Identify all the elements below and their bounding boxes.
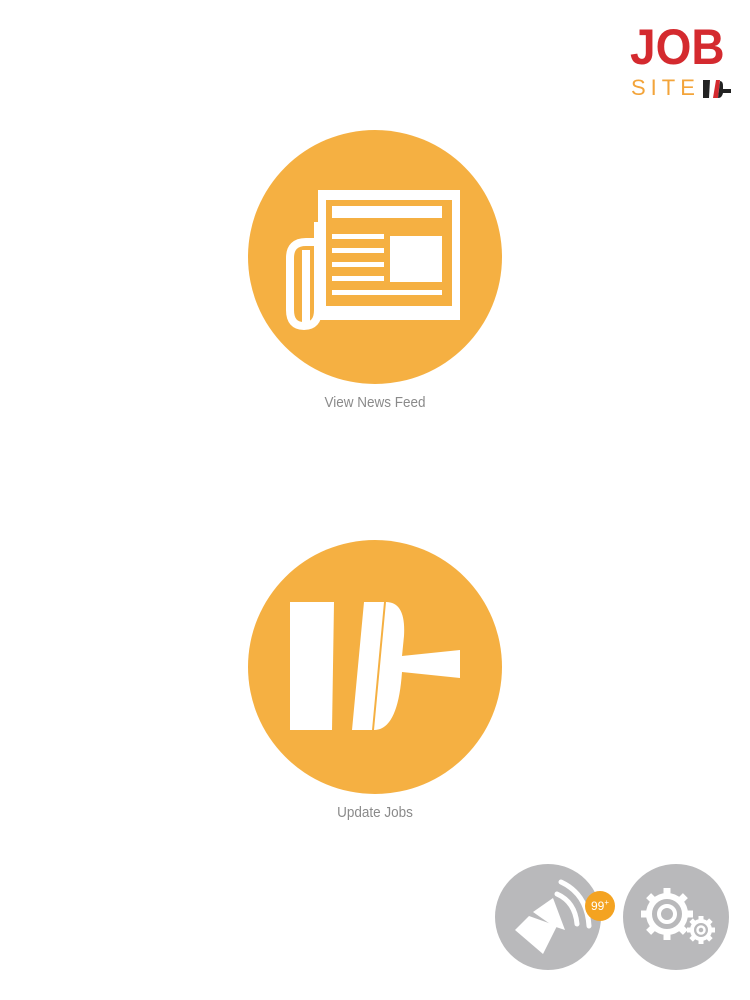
badge-plus: + (604, 898, 610, 907)
logo-job-text: JOB (630, 19, 725, 75)
jobsite-mark-icon (703, 80, 731, 98)
news-feed-action[interactable]: View News Feed (248, 130, 502, 411)
notification-badge: 99+ (585, 891, 615, 921)
gears-icon (623, 864, 729, 970)
update-jobs-label[interactable]: Update Jobs (261, 804, 490, 821)
jobsite-mark-icon (248, 540, 502, 794)
announcements-button[interactable] (495, 864, 601, 970)
settings-button[interactable] (623, 864, 729, 970)
news-feed-label[interactable]: View News Feed (261, 394, 490, 411)
megaphone-icon (495, 864, 601, 970)
logo-site-text: SITE (631, 75, 700, 100)
badge-count: 99 (590, 899, 605, 913)
update-jobs-action[interactable]: Update Jobs (248, 540, 502, 821)
newspaper-icon (248, 130, 502, 384)
update-jobs-button[interactable] (248, 540, 502, 794)
news-feed-button[interactable] (248, 130, 502, 384)
jobsite-logo: JOB SITE (628, 22, 738, 104)
